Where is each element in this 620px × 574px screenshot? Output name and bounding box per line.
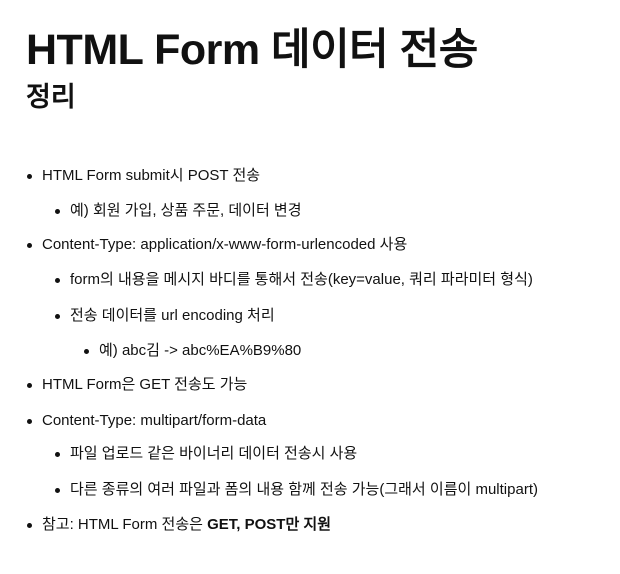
bullet-item: Content-Type: multipart/form-data: [27, 411, 267, 431]
bullet-text: 다른 종류의 여러 파일과 폼의 내용 함께 전송 가능(그래서 이름이 mul…: [70, 481, 538, 498]
bullet-text: Content-Type: multipart/form-data: [42, 412, 267, 429]
bullet-text: 예) 회원 가입, 상품 주문, 데이터 변경: [70, 202, 302, 219]
bullet-text: HTML Form은 GET 전송도 가능: [42, 376, 248, 393]
bullet-item: HTML Form submit시 POST 전송: [27, 166, 261, 186]
bullet-bold-text: GET, POST만 지원: [207, 516, 332, 533]
bullet-list: HTML Form submit시 POST 전송 예) 회원 가입, 상품 주…: [0, 0, 620, 574]
bullet-item: 전송 데이터를 url encoding 처리: [55, 306, 275, 326]
bullet-item: form의 내용을 메시지 바디를 통해서 전송(key=value, 쿼리 파…: [55, 270, 533, 290]
bullet-text: 예) abc김 -> abc%EA%B9%80: [99, 342, 302, 359]
bullet-dot: [27, 419, 32, 424]
bullet-dot: [55, 278, 60, 283]
bullet-item: 파일 업로드 같은 바이너리 데이터 전송시 사용: [55, 444, 358, 464]
bullet-text: 참고: HTML Form 전송은: [42, 516, 208, 533]
bullet-dot: [55, 209, 60, 214]
bullet-dot: [27, 523, 32, 528]
bullet-item: 참고: HTML Form 전송은 GET, POST만 지원: [27, 515, 332, 535]
bullet-item: 예) 회원 가입, 상품 주문, 데이터 변경: [55, 201, 302, 221]
bullet-item: 예) abc김 -> abc%EA%B9%80: [84, 341, 302, 361]
bullet-text: 전송 데이터를 url encoding 처리: [70, 307, 275, 324]
bullet-dot: [55, 314, 60, 319]
bullet-text: HTML Form submit시 POST 전송: [42, 167, 261, 184]
bullet-text: 파일 업로드 같은 바이너리 데이터 전송시 사용: [70, 445, 358, 462]
bullet-item: HTML Form은 GET 전송도 가능: [27, 375, 248, 395]
bullet-item: Content-Type: application/x-www-form-url…: [27, 235, 408, 255]
bullet-text: form의 내용을 메시지 바디를 통해서 전송(key=value, 쿼리 파…: [70, 271, 533, 288]
bullet-dot: [55, 452, 60, 457]
bullet-dot: [27, 383, 32, 388]
bullet-dot: [27, 174, 32, 179]
bullet-dot: [27, 243, 32, 248]
bullet-dot: [55, 488, 60, 493]
bullet-item: 다른 종류의 여러 파일과 폼의 내용 함께 전송 가능(그래서 이름이 mul…: [55, 480, 538, 500]
bullet-dot: [84, 349, 89, 354]
bullet-text: Content-Type: application/x-www-form-url…: [42, 236, 408, 253]
